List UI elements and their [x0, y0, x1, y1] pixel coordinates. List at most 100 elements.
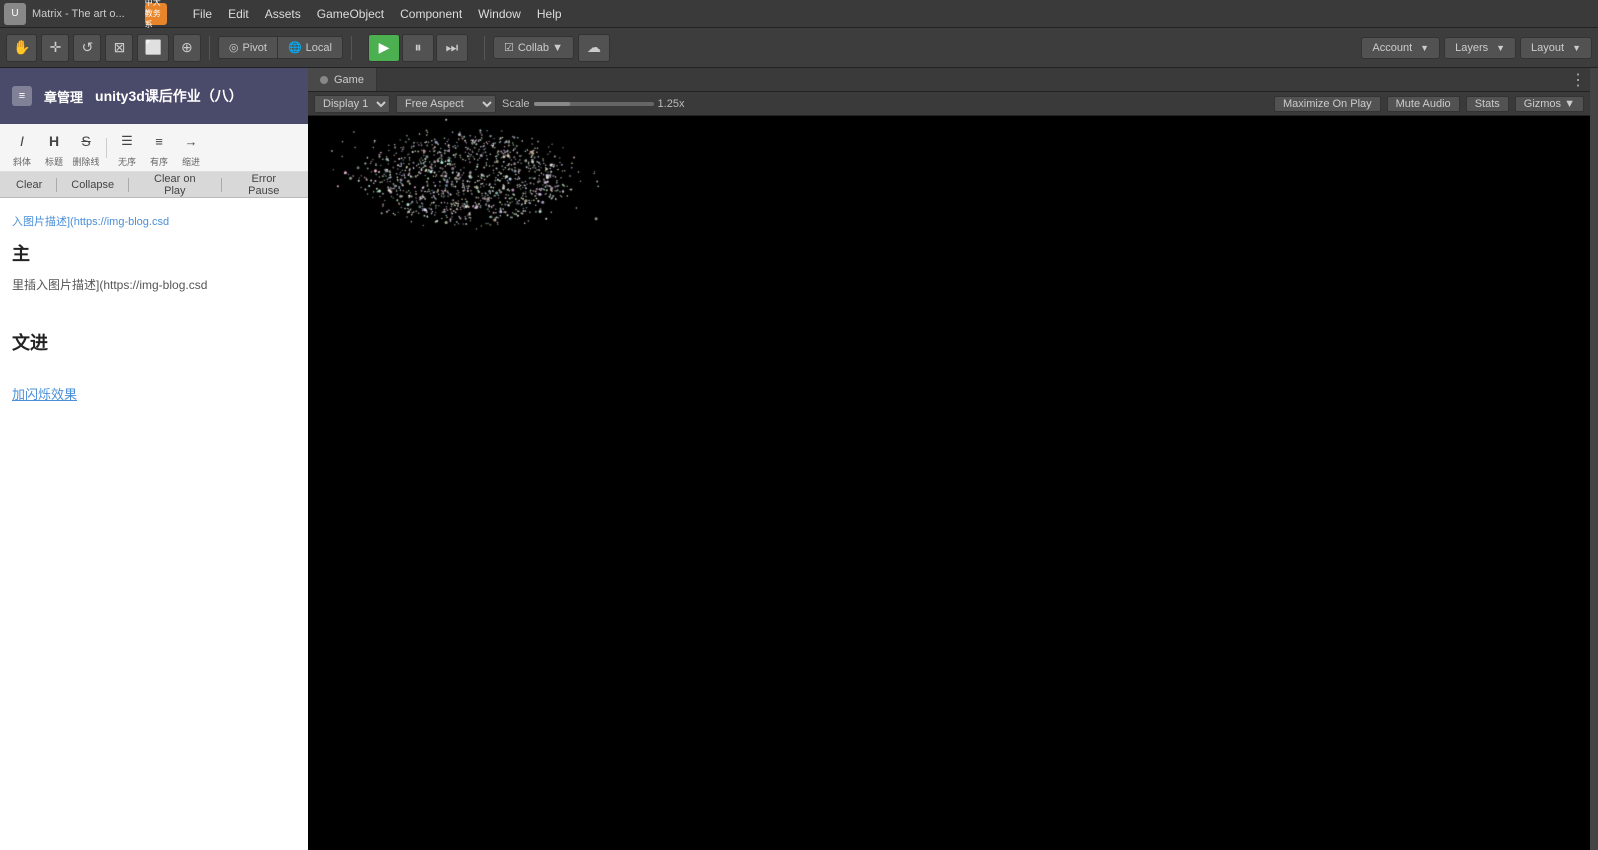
pivot-icon: ◎ — [229, 41, 239, 54]
game-tab-menu[interactable]: ⋮ — [1566, 70, 1590, 90]
aspect-select[interactable]: Free Aspect — [396, 95, 496, 113]
right-sidebar — [1590, 68, 1598, 850]
toolbar-sep-1 — [209, 36, 210, 60]
console-bar: Clear Collapse Clear on Play Error Pause — [0, 172, 308, 198]
heading-label: 标题 — [45, 155, 63, 168]
strike-label: 删除线 — [72, 155, 99, 168]
game-toolbar-right: Maximize On Play Mute Audio Stats Gizmos… — [1274, 96, 1584, 112]
local-button[interactable]: 🌐 Local — [278, 37, 342, 58]
menu-edit[interactable]: Edit — [220, 5, 257, 23]
scale-label: Scale — [502, 98, 530, 110]
step-button[interactable]: ⏭ — [436, 34, 468, 62]
strikethrough-button[interactable]: S — [72, 127, 100, 155]
indent-label: 缩进 — [182, 155, 200, 168]
mute-audio-button[interactable]: Mute Audio — [1387, 96, 1460, 112]
account-layers-layout: Account ▼ Layers ▼ Layout ▼ — [1361, 37, 1592, 59]
right-panel: Game ⋮ Display 1 Free Aspect Scale 1.25x — [308, 68, 1590, 850]
format-toolbar: I 斜体 H 标题 S 删除线 ☰ 无序 ≡ 有序 → 缩进 — [0, 124, 308, 172]
doc-title: unity3d课后作业（八） — [95, 86, 243, 106]
game-tab-dot — [320, 76, 328, 84]
clear-on-play-button[interactable]: Clear on Play — [135, 171, 215, 199]
pivot-local-group: ◎ Pivot 🌐 Local — [218, 36, 343, 59]
move-tool-button[interactable]: ✛ — [41, 34, 69, 62]
transform-tool-button[interactable]: ⊕ — [173, 34, 201, 62]
game-tab[interactable]: Game — [308, 68, 377, 91]
menu-bar: U Matrix - The art o... 中大教务系 File Edit … — [0, 0, 1598, 28]
console-sep-2 — [128, 178, 129, 192]
left-panel: ≡ 章管理 unity3d课后作业（八） I 斜体 H 标题 S 删除线 ☰ 无… — [0, 68, 308, 850]
collab-button[interactable]: ☑ Collab ▼ — [493, 36, 574, 59]
game-tab-bar: Game ⋮ — [308, 68, 1590, 92]
rect-tool-button[interactable]: ⬜ — [137, 34, 168, 62]
layers-dropdown-arrow: ▼ — [1496, 43, 1505, 53]
gizmos-dropdown-arrow: ▼ — [1564, 98, 1575, 110]
error-pause-button[interactable]: Error Pause — [228, 171, 300, 199]
scale-value: 1.25x — [658, 98, 685, 110]
account-dropdown[interactable]: Account ▼ — [1361, 37, 1440, 59]
pause-icon: ⏸ — [414, 39, 421, 56]
italic-button[interactable]: I — [8, 127, 36, 155]
left-top-header: ≡ 章管理 unity3d课后作业（八） — [0, 68, 308, 124]
console-sep-3 — [221, 178, 222, 192]
layout-dropdown-arrow: ▼ — [1572, 43, 1581, 53]
layout-dropdown[interactable]: Layout ▼ — [1520, 37, 1592, 59]
game-toolbar: Display 1 Free Aspect Scale 1.25x Maximi… — [308, 92, 1590, 116]
app-title: Matrix - The art o... — [32, 8, 125, 20]
pause-button[interactable]: ⏸ — [402, 34, 434, 62]
menu-file[interactable]: File — [185, 5, 220, 23]
indent-button[interactable]: → — [177, 127, 205, 155]
scale-slider[interactable] — [534, 102, 654, 106]
pivot-button[interactable]: ◎ Pivot — [219, 37, 278, 58]
collab-checkbox-icon: ☑ — [504, 41, 514, 54]
play-button[interactable]: ▶ — [368, 34, 400, 62]
unordered-list-button[interactable]: ☰ — [113, 127, 141, 155]
chapter-label: 章管理 — [44, 87, 83, 106]
game-canvas — [308, 116, 1590, 850]
ordered-list-button[interactable]: ≡ — [145, 127, 173, 155]
scale-tool-button[interactable]: ⊠ — [105, 34, 133, 62]
cloud-button[interactable]: ☁ — [578, 34, 610, 62]
menu-gameobject[interactable]: GameObject — [309, 5, 392, 23]
scale-icon: ⊠ — [114, 39, 126, 56]
menu-help[interactable]: Help — [529, 5, 570, 23]
edu-icon: 中大教务系 — [145, 3, 167, 25]
cloud-icon: ☁ — [587, 39, 601, 56]
app-icon: U — [4, 3, 26, 25]
editor-content[interactable]: 入图片描述](https://img-blog.csd 主 里插入图片描述](h… — [0, 198, 308, 850]
menu-component[interactable]: Component — [392, 5, 470, 23]
transform-icon: ⊕ — [181, 39, 193, 56]
console-sep-1 — [56, 178, 57, 192]
local-icon: 🌐 — [288, 41, 302, 54]
clear-button[interactable]: Clear — [8, 177, 50, 193]
move-icon: ✛ — [50, 39, 62, 56]
account-dropdown-arrow: ▼ — [1420, 43, 1429, 53]
play-icon: ▶ — [379, 39, 390, 56]
ol-label: 有序 — [150, 155, 168, 168]
rotate-tool-button[interactable]: ↺ — [73, 34, 101, 62]
fmt-sep-1 — [106, 138, 107, 158]
toolbar: ✋ ✛ ↺ ⊠ ⬜ ⊕ ◎ Pivot 🌐 Local ▶ ⏸ ⏭ — [0, 28, 1598, 68]
hand-icon: ✋ — [13, 39, 30, 56]
stats-button[interactable]: Stats — [1466, 96, 1509, 112]
link-text[interactable]: 加闪烁效果 — [12, 387, 77, 402]
chapter-icon: ≡ — [12, 86, 32, 106]
main-area: ≡ 章管理 unity3d课后作业（八） I 斜体 H 标题 S 删除线 ☰ 无… — [0, 68, 1598, 850]
display-select[interactable]: Display 1 — [314, 95, 390, 113]
menu-window[interactable]: Window — [470, 5, 529, 23]
hand-tool-button[interactable]: ✋ — [6, 34, 37, 62]
heading-button[interactable]: H — [40, 127, 68, 155]
collapse-button[interactable]: Collapse — [63, 177, 122, 193]
scale-slider-fill — [534, 102, 570, 106]
gizmos-button[interactable]: Gizmos ▼ — [1515, 96, 1584, 112]
menu-assets[interactable]: Assets — [257, 5, 309, 23]
body-text-1: 里插入图片描述](https://img-blog.csd — [12, 276, 296, 295]
maximize-on-play-button[interactable]: Maximize On Play — [1274, 96, 1381, 112]
rotate-icon: ↺ — [82, 39, 94, 56]
scale-group: Scale 1.25x — [502, 98, 684, 110]
italic-label: 斜体 — [13, 155, 31, 168]
layers-dropdown[interactable]: Layers ▼ — [1444, 37, 1516, 59]
rect-icon: ⬜ — [144, 39, 161, 56]
toolbar-sep-2 — [351, 36, 352, 60]
particle-canvas — [308, 116, 608, 266]
play-group: ▶ ⏸ ⏭ — [368, 34, 468, 62]
